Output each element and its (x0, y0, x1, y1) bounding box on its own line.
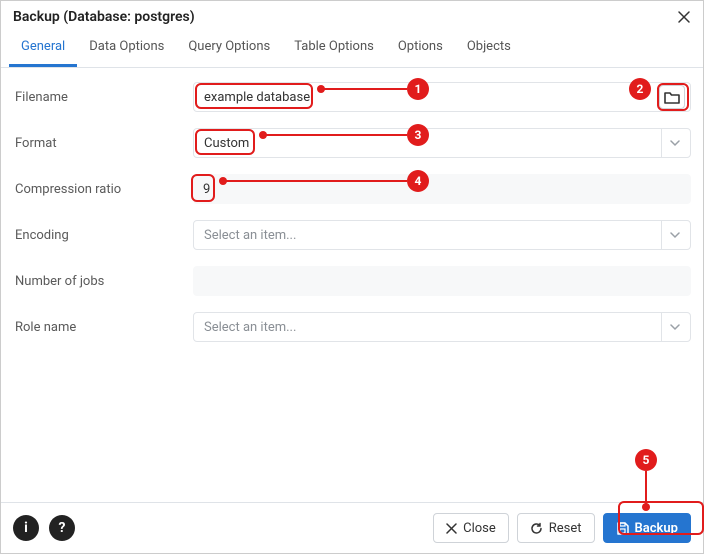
row-encoding: Encoding Select an item... (13, 220, 691, 250)
row-compression: Compression ratio (13, 174, 691, 204)
dialog-title: Backup (Database: postgres) (13, 9, 195, 25)
close-button[interactable]: Close (433, 513, 509, 543)
jobs-label: Number of jobs (13, 274, 193, 289)
tab-table-options[interactable]: Table Options (282, 31, 386, 67)
tab-data-options[interactable]: Data Options (77, 31, 176, 67)
row-jobs: Number of jobs (13, 266, 691, 296)
filename-control (193, 82, 691, 112)
chevron-down-icon (661, 313, 680, 341)
format-control: Custom (193, 128, 691, 158)
compression-input[interactable] (193, 174, 691, 204)
encoding-label: Encoding (13, 228, 193, 243)
chevron-down-icon (661, 221, 680, 249)
dialog-footer: i ? Close Reset Backup (1, 502, 703, 553)
encoding-control: Select an item... (193, 220, 691, 250)
tab-general[interactable]: General (9, 31, 77, 67)
save-icon (616, 522, 629, 535)
annotation-badge-5: 5 (635, 449, 657, 471)
row-format: Format Custom (13, 128, 691, 158)
row-role: Role name Select an item... (13, 312, 691, 342)
tab-bar: General Data Options Query Options Table… (1, 31, 703, 68)
role-placeholder: Select an item... (204, 320, 296, 335)
filename-input[interactable] (193, 82, 691, 112)
row-filename: Filename (13, 82, 691, 112)
format-select[interactable]: Custom (193, 128, 691, 158)
role-select[interactable]: Select an item... (193, 312, 691, 342)
role-label: Role name (13, 320, 193, 335)
help-button[interactable]: ? (49, 515, 75, 541)
file-browse-button[interactable] (659, 85, 685, 109)
close-button-label: Close (463, 521, 496, 536)
filename-label: Filename (13, 90, 193, 105)
info-icon: i (24, 520, 28, 536)
encoding-select[interactable]: Select an item... (193, 220, 691, 250)
role-control: Select an item... (193, 312, 691, 342)
encoding-placeholder: Select an item... (204, 228, 296, 243)
close-icon[interactable] (677, 10, 691, 24)
info-button[interactable]: i (13, 515, 39, 541)
tab-query-options[interactable]: Query Options (176, 31, 282, 67)
compression-label: Compression ratio (13, 182, 193, 197)
question-icon: ? (59, 520, 66, 536)
compression-control (193, 174, 691, 204)
folder-icon (664, 90, 680, 104)
jobs-input[interactable] (193, 266, 691, 296)
dialog-titlebar: Backup (Database: postgres) (1, 1, 703, 31)
tab-objects[interactable]: Objects (455, 31, 523, 67)
close-icon (446, 523, 457, 534)
format-label: Format (13, 136, 193, 151)
form-area: Filename Format Custom (1, 68, 703, 368)
backup-button[interactable]: Backup (603, 513, 691, 543)
footer-right: Close Reset Backup (433, 513, 691, 543)
reset-button[interactable]: Reset (517, 513, 595, 543)
footer-left: i ? (13, 515, 75, 541)
tab-options[interactable]: Options (386, 31, 455, 67)
jobs-control (193, 266, 691, 296)
reset-button-label: Reset (549, 521, 582, 536)
chevron-down-icon (661, 129, 680, 157)
reset-icon (530, 522, 543, 535)
format-value: Custom (204, 136, 249, 151)
backup-button-label: Backup (635, 521, 678, 536)
